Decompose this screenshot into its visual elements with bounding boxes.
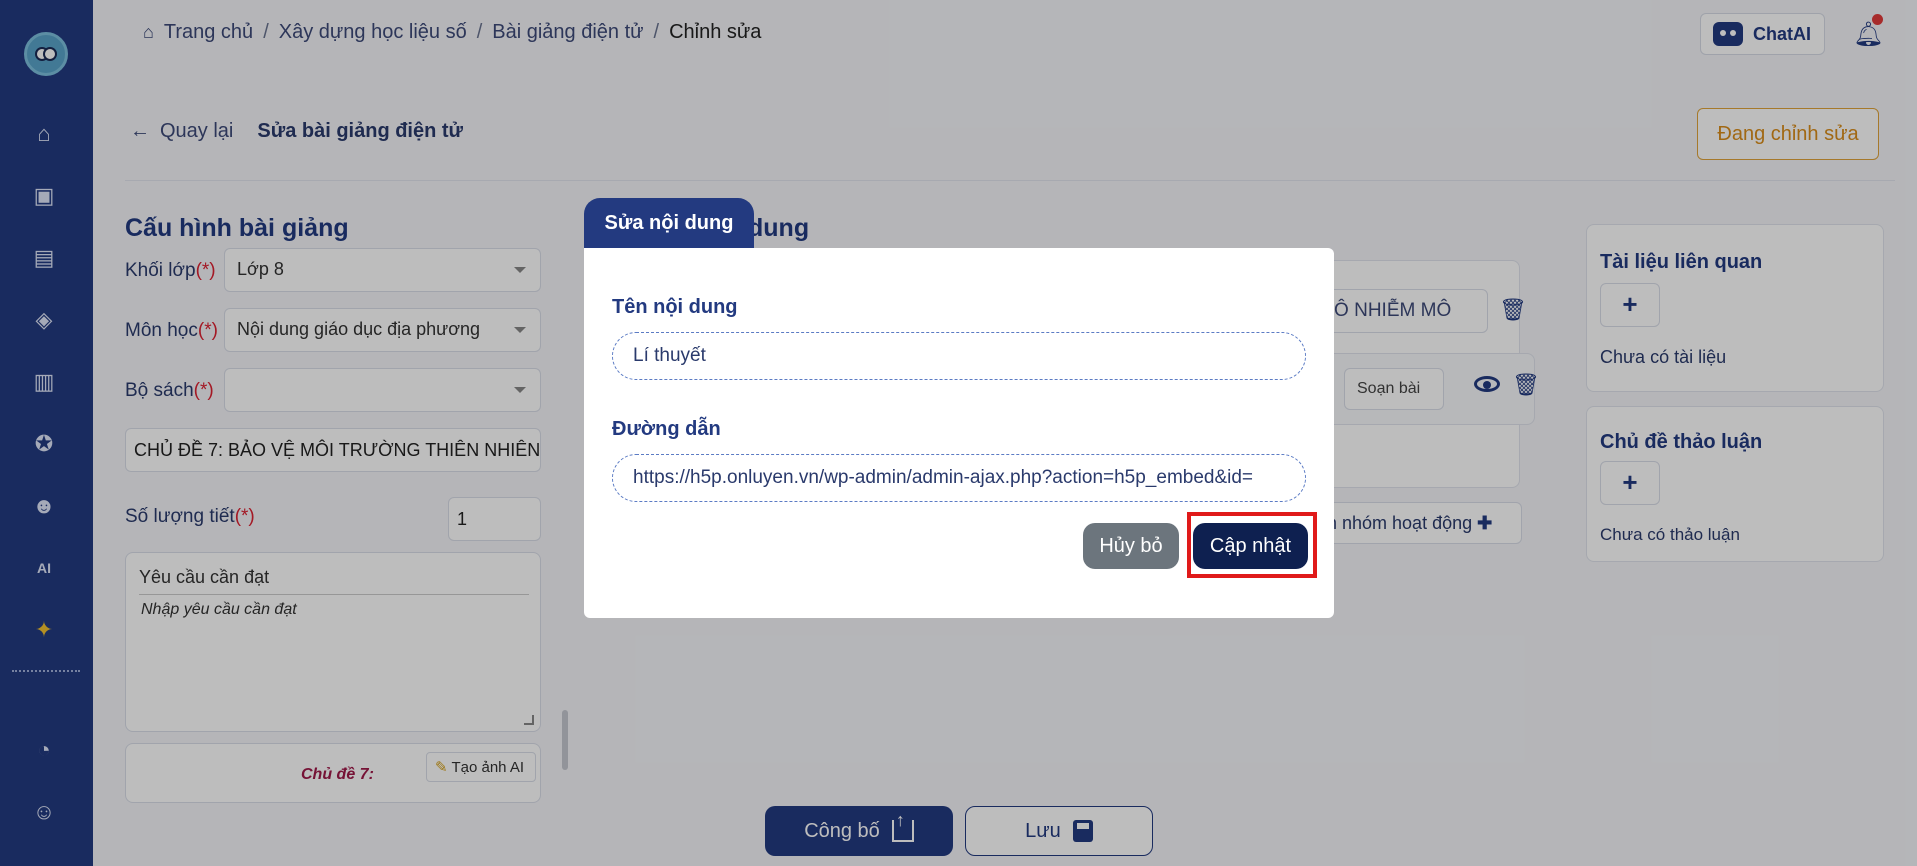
url-label: Đường dẫn <box>612 418 721 440</box>
update-button-highlight <box>1187 512 1317 578</box>
content-name-label: Tên nội dung <box>612 296 738 318</box>
url-input[interactable]: https://h5p.onluyen.vn/wp-admin/admin-aj… <box>612 454 1306 502</box>
modal-tab: Sửa nội dung <box>584 198 754 250</box>
cancel-button[interactable]: Hủy bỏ <box>1083 523 1179 569</box>
content-name-input[interactable]: Lí thuyết <box>612 332 1306 380</box>
